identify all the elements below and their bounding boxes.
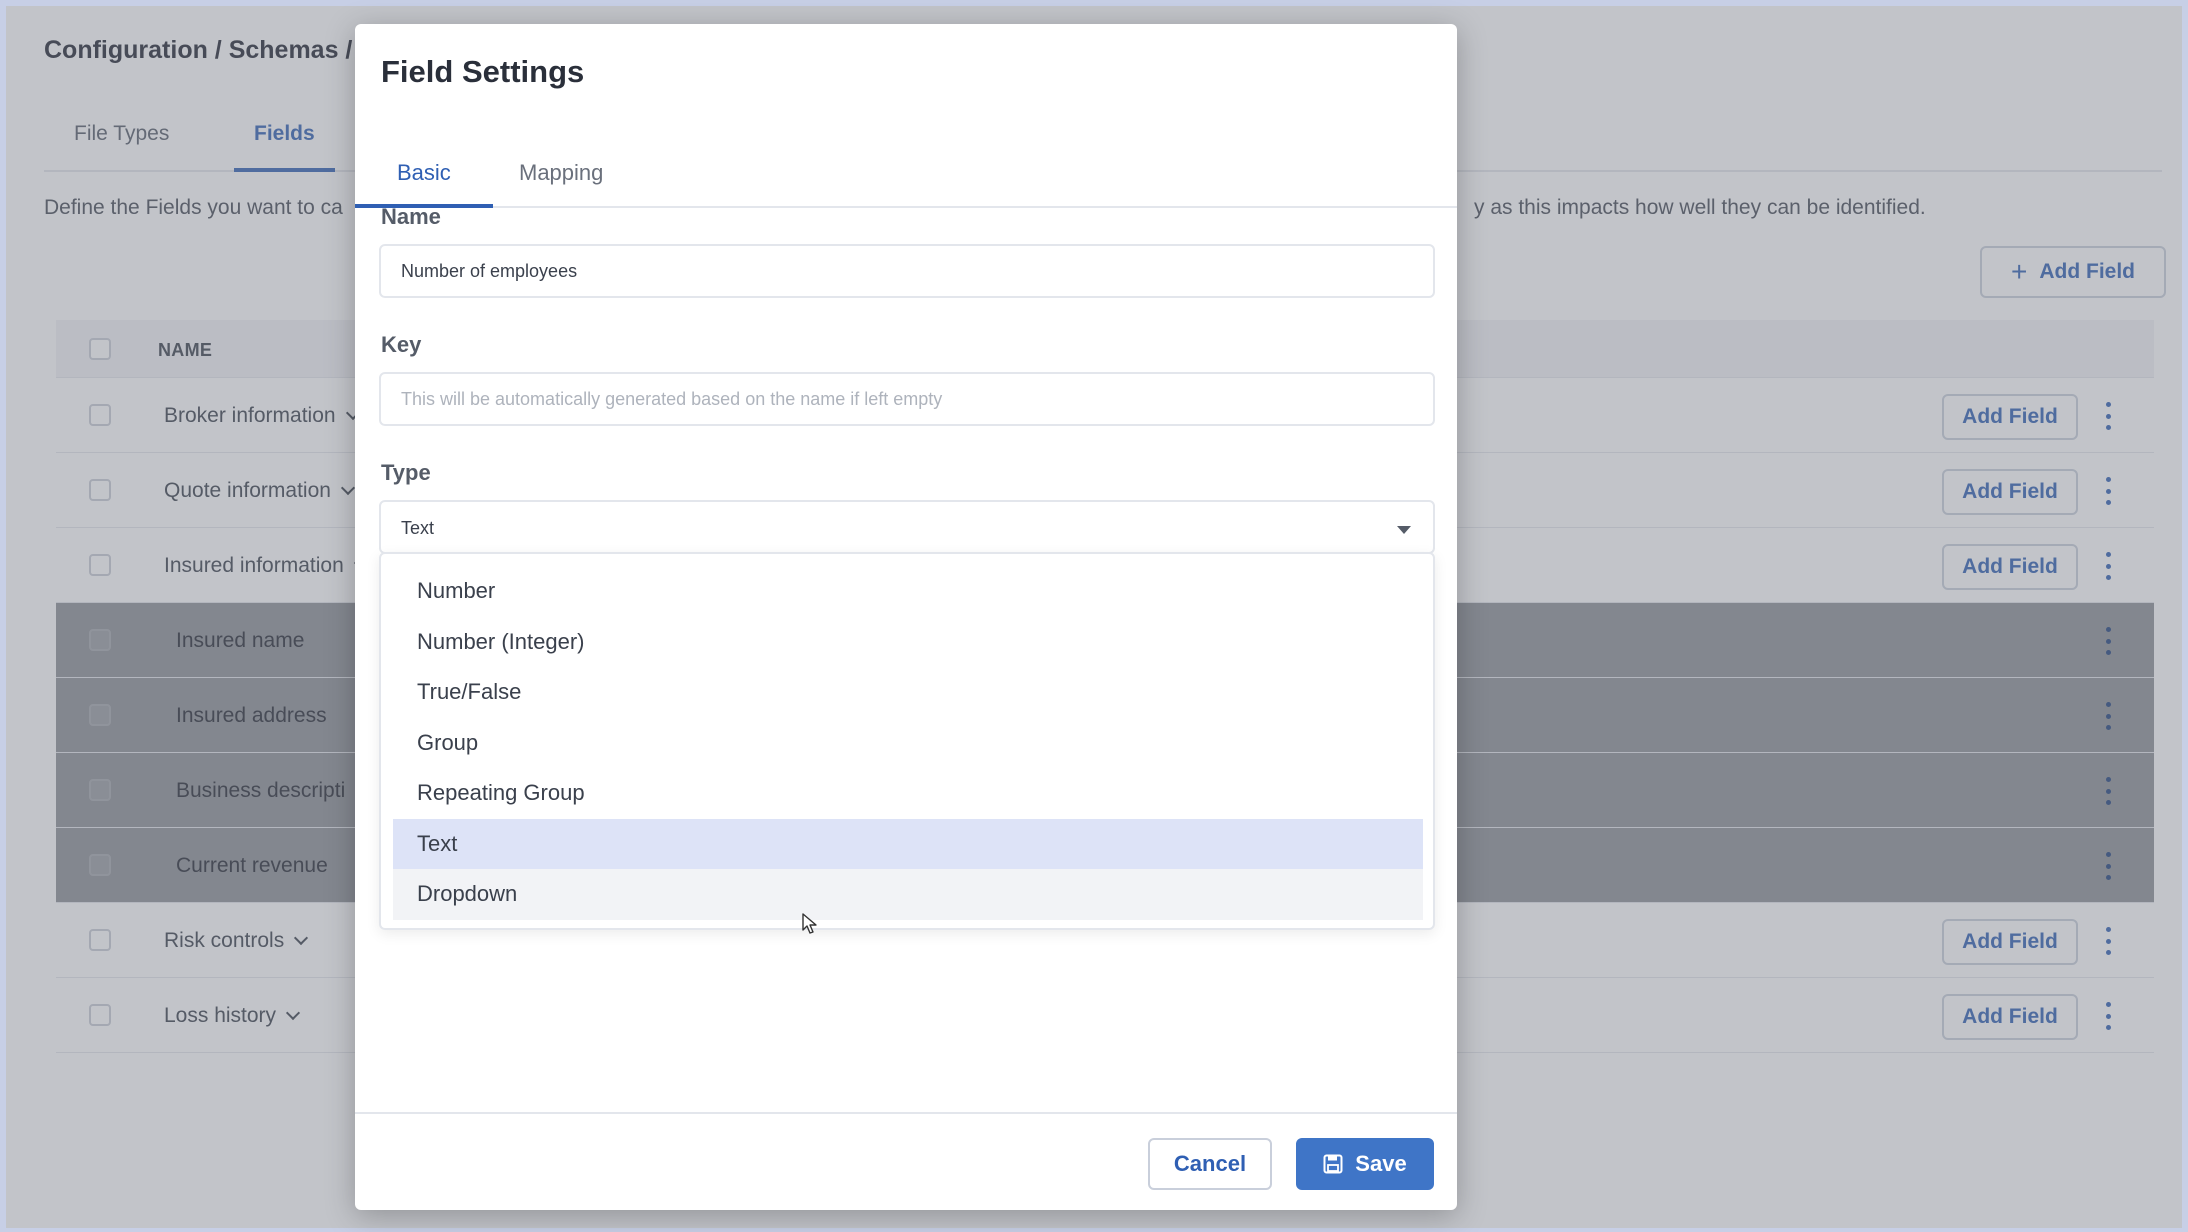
field-settings-modal: Field Settings Basic Mapping Name Key Ty… [355, 24, 1457, 1210]
save-icon [1323, 1154, 1343, 1174]
key-field[interactable] [379, 372, 1435, 426]
name-label: Name [381, 204, 441, 229]
type-label: Type [381, 460, 431, 485]
save-button[interactable]: Save [1296, 1138, 1434, 1190]
type-option[interactable]: Group [393, 718, 1423, 769]
type-option[interactable]: Repeating Group [393, 768, 1423, 819]
type-option[interactable]: True/False [393, 667, 1423, 718]
save-label: Save [1355, 1151, 1407, 1176]
caret-down-icon [1397, 526, 1411, 534]
tab-basic[interactable]: Basic [397, 160, 451, 186]
type-option[interactable]: Number (Integer) [393, 617, 1423, 668]
name-field[interactable] [379, 244, 1435, 298]
mouse-cursor-icon [802, 913, 817, 934]
type-select[interactable]: Text [379, 500, 1435, 554]
type-options-menu: Number Number (Integer) True/False Group Rep… [379, 552, 1435, 930]
modal-footer-divider [355, 1112, 1457, 1114]
modal-title: Field Settings [381, 54, 585, 89]
type-option[interactable]: Dropdown [393, 869, 1423, 920]
type-option[interactable]: Text [393, 818, 1423, 869]
type-option[interactable]: Number [393, 566, 1423, 617]
cancel-button[interactable]: Cancel [1148, 1138, 1272, 1190]
key-label: Key [381, 332, 422, 357]
type-select-value: Text [401, 518, 435, 538]
tab-mapping[interactable]: Mapping [519, 160, 603, 186]
modal-tabs: Basic Mapping [355, 134, 1457, 208]
